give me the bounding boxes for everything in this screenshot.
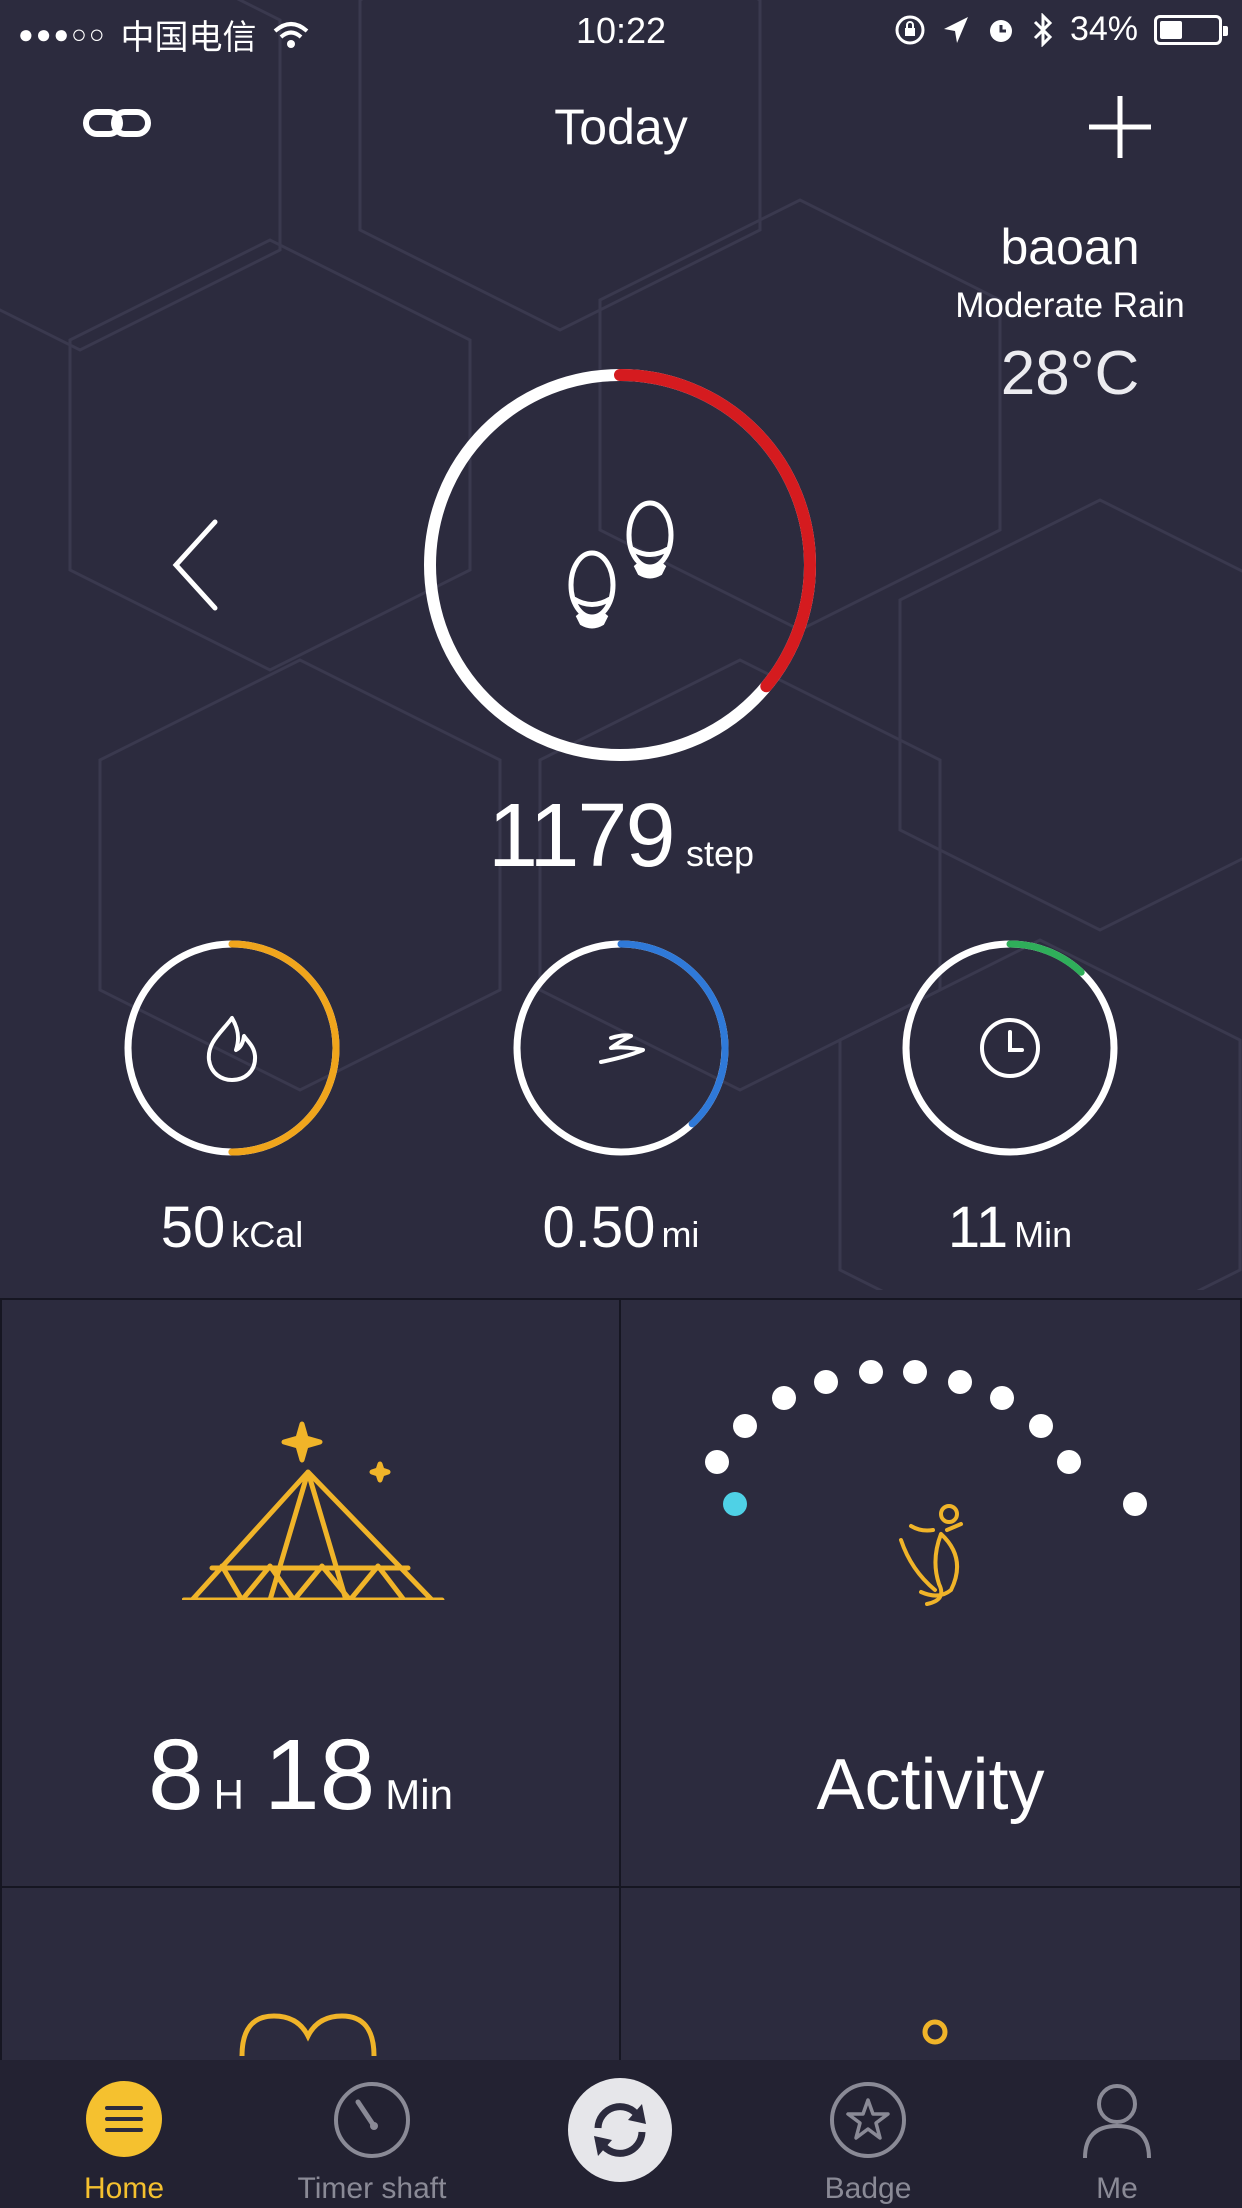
dashboard-cards: 8 H 18 Min Activity [0,1298,1242,2086]
tab-badge-label: Badge [824,2172,912,2205]
menu-icon [86,2081,162,2157]
calories-ring [124,940,340,1156]
sync-icon [568,2078,672,2182]
sleep-minutes-value: 18 [264,1719,376,1831]
active-time-ring [902,940,1118,1156]
sleep-minutes-unit: Min [385,1771,453,1818]
page-title: Today [554,99,688,155]
steps-unit: step [685,833,755,874]
person-icon [922,2019,948,2045]
alarm-icon [989,19,1012,42]
heart-rate-card[interactable] [0,1886,621,2086]
calories-unit: kCal [231,1214,304,1255]
distance-metric[interactable]: 0.50 mi [511,938,731,1261]
tab-me[interactable]: Me [992,2060,1242,2208]
steps-readout: 1179 step [0,785,1242,888]
activity-card[interactable]: Activity [619,1298,1242,1888]
weather-temperature: 28°C [1000,339,1140,408]
weather-widget: baoan Moderate Rain 28°C [930,218,1210,409]
calories-value: 50 [160,1195,226,1260]
active-time-metric[interactable]: 11 Min [900,938,1120,1261]
add-icon[interactable] [1087,94,1153,160]
bluetooth-icon [1033,12,1053,47]
sync-button[interactable] [496,2060,744,2208]
timer-icon [334,2082,410,2158]
tab-home-label: Home [83,2172,165,2205]
user-card[interactable] [619,1886,1242,2086]
distance-ring [513,940,729,1156]
steps-progress-ring[interactable] [420,365,820,765]
flame-icon [206,1016,258,1082]
sleep-hours-unit: H [213,1771,245,1818]
sleep-duration: 8 H 18 Min [2,1718,619,1833]
sleep-card[interactable]: 8 H 18 Min [0,1298,621,1888]
tab-me-label: Me [1096,2172,1138,2205]
tab-badge[interactable]: Badge [744,2060,992,2208]
chevron-left-icon[interactable] [170,518,220,612]
active-time-value: 11 [947,1195,1009,1260]
sleep-hours-value: 8 [148,1719,204,1831]
activity-current-dot [723,1492,747,1516]
clock-icon [980,1018,1040,1078]
tab-timer-shaft-label: Timer shaft [297,2172,447,2205]
footprints-icon [568,500,674,629]
battery-icon [1154,14,1228,45]
steps-value: 1179 [487,786,676,886]
distance-value: 0.50 [542,1195,656,1260]
weather-city: baoan [1000,219,1140,275]
tab-timer-shaft[interactable]: Timer shaft [248,2060,496,2208]
profile-icon [1083,2084,1151,2159]
tab-home[interactable]: Home [0,2060,248,2208]
activity-label: Activity [816,1745,1045,1825]
battery-percentage: 34% [1069,10,1138,48]
status-bar: ●●●○○ 中国电信 10:22 34% [0,0,1242,62]
distance-icon [599,1033,645,1064]
calories-metric[interactable]: 50 kCal [122,938,342,1261]
tent-icon [182,1421,445,1600]
weather-condition: Moderate Rain [955,286,1185,325]
heart-icon [239,2013,377,2057]
bottom-tab-bar: Home Timer shaft Badge Me [0,2060,1242,2208]
runner-icon [899,1504,963,1606]
active-time-unit: Min [1014,1214,1073,1255]
distance-unit: mi [661,1214,700,1255]
badge-icon [830,2082,906,2158]
rotation-lock-icon [895,15,925,44]
location-arrow-icon [943,16,968,43]
